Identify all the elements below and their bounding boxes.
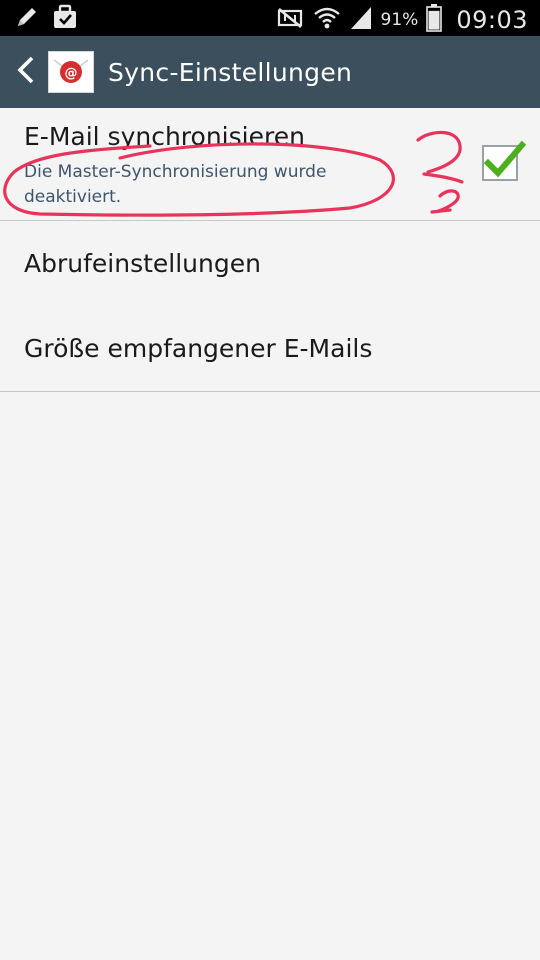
clock: 09:03 xyxy=(456,6,528,34)
pencil-icon xyxy=(14,4,40,34)
battery-percent: 91% xyxy=(380,10,419,30)
status-bar: 91% 09:03 xyxy=(0,0,540,36)
signal-icon xyxy=(349,5,373,35)
email-app-icon[interactable]: @ xyxy=(48,51,94,93)
fetch-settings-label: Abrufeinstellungen xyxy=(24,249,261,278)
svg-text:@: @ xyxy=(65,66,78,81)
page-title: Sync-Einstellungen xyxy=(108,57,353,87)
mute-icon xyxy=(275,5,305,35)
wifi-icon xyxy=(313,5,341,35)
status-right-icons: 91% 09:03 xyxy=(275,4,528,36)
chevron-left-icon xyxy=(15,55,37,89)
sync-email-setting[interactable]: E-Mail synchronisieren Die Master-Synchr… xyxy=(0,108,540,221)
battery-icon xyxy=(426,4,443,36)
checkmark-icon xyxy=(482,139,528,187)
list-item-fetch-settings[interactable]: Abrufeinstellungen xyxy=(0,221,540,306)
received-size-label: Größe empfangener E-Mails xyxy=(24,334,373,363)
sync-email-checkbox[interactable] xyxy=(482,140,527,181)
action-bar: @ Sync-Einstellungen xyxy=(0,36,540,108)
sync-email-summary: Die Master-Synchronisierung wurde deakti… xyxy=(24,162,327,207)
back-button[interactable] xyxy=(6,36,46,108)
list-item-received-size[interactable]: Größe empfangener E-Mails xyxy=(0,306,540,392)
sync-email-label: E-Mail synchronisieren xyxy=(24,122,305,151)
settings-list: E-Mail synchronisieren Die Master-Synchr… xyxy=(0,108,540,392)
briefcase-icon xyxy=(52,4,78,34)
status-left-icons xyxy=(14,4,78,34)
